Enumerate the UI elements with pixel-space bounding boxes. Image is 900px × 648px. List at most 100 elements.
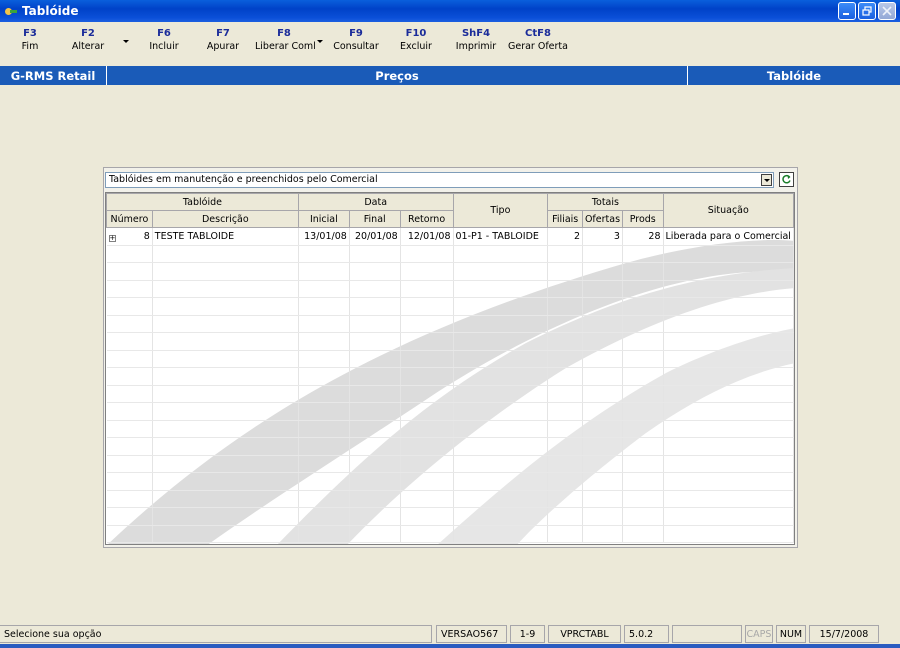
empty-cell (152, 490, 299, 508)
empty-cell (349, 402, 401, 421)
empty-cell (582, 262, 623, 281)
column-header-retorno[interactable]: Retorno (399, 210, 454, 228)
empty-cell (547, 402, 584, 421)
column-header-inicial[interactable]: Inicial (297, 210, 350, 228)
empty-cell (547, 315, 584, 333)
cell-ofertas: 3 (582, 227, 623, 246)
empty-table-row[interactable] (106, 490, 794, 508)
column-header-situacao[interactable]: Situação (662, 193, 794, 228)
empty-cell (453, 490, 549, 508)
screen-name: Tablóide (766, 68, 822, 83)
empty-cell (349, 315, 401, 333)
empty-table-row[interactable] (106, 350, 794, 368)
empty-cell (622, 297, 664, 316)
minimize-button[interactable] (838, 2, 856, 20)
empty-cell (547, 385, 584, 403)
group-header-tabloide: Tablóide (106, 193, 299, 211)
bottom-edge (0, 644, 900, 648)
empty-table-row[interactable] (106, 507, 794, 526)
status-bar: Selecione sua opção VERSAO567 1-9 VPRCTA… (0, 624, 900, 644)
empty-cell (547, 490, 584, 508)
empty-cell (663, 472, 794, 491)
toolbar-excluir-button[interactable]: F10 Excluir (396, 28, 436, 52)
liberar-dropdown-arrow-icon[interactable] (317, 40, 323, 43)
toolbar-key: F3 (23, 28, 37, 39)
empty-table-row[interactable] (106, 280, 794, 298)
toolbar-consultar-button[interactable]: F9 Consultar (332, 28, 380, 52)
empty-table-row[interactable] (106, 315, 794, 333)
table-row[interactable]: + 8 TESTE TABLOIDE 13/01/08 20/01/08 12/… (106, 227, 794, 246)
restore-icon (862, 6, 872, 16)
empty-cell (152, 262, 299, 281)
empty-cell (298, 420, 350, 438)
column-header-final[interactable]: Final (348, 210, 401, 228)
column-header-descricao[interactable]: Descrição (151, 210, 299, 228)
alterar-dropdown-arrow-icon[interactable] (123, 40, 129, 43)
system-name: G-RMS Retail (10, 68, 96, 83)
empty-table-row[interactable] (106, 385, 794, 403)
empty-table-row[interactable] (106, 262, 794, 281)
toolbar-fim-button[interactable]: F3 Fim (14, 28, 46, 52)
empty-table-row[interactable] (106, 525, 794, 543)
empty-table-row[interactable] (106, 437, 794, 456)
empty-table-row[interactable] (106, 420, 794, 438)
empty-cell (349, 525, 401, 543)
empty-cell (349, 420, 401, 438)
empty-cell (400, 332, 454, 351)
filter-dropdown-arrow-icon[interactable] (761, 174, 772, 186)
empty-cell (453, 297, 549, 316)
empty-cell (106, 420, 153, 438)
empty-cell (582, 350, 623, 368)
empty-table-row[interactable] (106, 402, 794, 421)
toolbar-gerar-oferta-button[interactable]: CtF8 Gerar Oferta (507, 28, 569, 52)
toolbar-label: Excluir (400, 41, 432, 52)
empty-cell (152, 507, 299, 526)
restore-button[interactable] (858, 2, 876, 20)
toolbar-liberar-coml-button[interactable]: F8 Liberar Coml (255, 28, 316, 52)
empty-table-row[interactable] (106, 455, 794, 473)
empty-cell (106, 437, 153, 456)
empty-cell (547, 332, 584, 351)
empty-cell (663, 437, 794, 456)
column-header-ofertas[interactable]: Ofertas (582, 210, 623, 228)
filter-select[interactable]: Tablóides em manutenção e preenchidos pe… (105, 172, 774, 188)
empty-cell (622, 245, 664, 263)
empty-table-row[interactable] (106, 332, 794, 351)
empty-cell (582, 507, 623, 526)
toolbar-apurar-button[interactable]: F7 Apurar (202, 28, 244, 52)
refresh-button[interactable] (779, 172, 794, 187)
expand-row-icon[interactable]: + (108, 234, 116, 242)
empty-table-row[interactable] (106, 367, 794, 386)
empty-cell (298, 472, 350, 491)
empty-table-row[interactable] (106, 472, 794, 491)
empty-cell (298, 367, 350, 386)
column-header-tipo[interactable]: Tipo (452, 193, 549, 228)
empty-cell (663, 332, 794, 351)
empty-cell (400, 245, 454, 263)
toolbar-alterar-button[interactable]: F2 Alterar (66, 28, 110, 52)
empty-cell (152, 332, 299, 351)
toolbar-label: Alterar (71, 41, 105, 52)
empty-cell (349, 455, 401, 473)
empty-table-row[interactable] (106, 297, 794, 316)
group-header-data: Data (297, 193, 454, 211)
column-header-numero[interactable]: Número (106, 210, 153, 228)
refresh-icon (782, 174, 791, 184)
toolbar-label: Gerar Oferta (508, 41, 568, 52)
empty-cell (349, 507, 401, 526)
toolbar-key: F7 (216, 28, 230, 39)
module-name: Preços (375, 68, 419, 83)
empty-cell (349, 472, 401, 491)
empty-cell (547, 420, 584, 438)
column-header-filiais[interactable]: Filiais (547, 210, 584, 228)
close-button[interactable] (878, 2, 896, 20)
empty-cell (106, 332, 153, 351)
empty-cell (152, 420, 299, 438)
empty-cell (152, 402, 299, 421)
toolbar-imprimir-button[interactable]: ShF4 Imprimir (453, 28, 499, 52)
toolbar-incluir-button[interactable]: F6 Incluir (144, 28, 184, 52)
empty-cell (547, 350, 584, 368)
column-header-prods[interactable]: Prods (621, 210, 664, 228)
empty-cell (547, 367, 584, 386)
empty-table-row[interactable] (106, 245, 794, 263)
